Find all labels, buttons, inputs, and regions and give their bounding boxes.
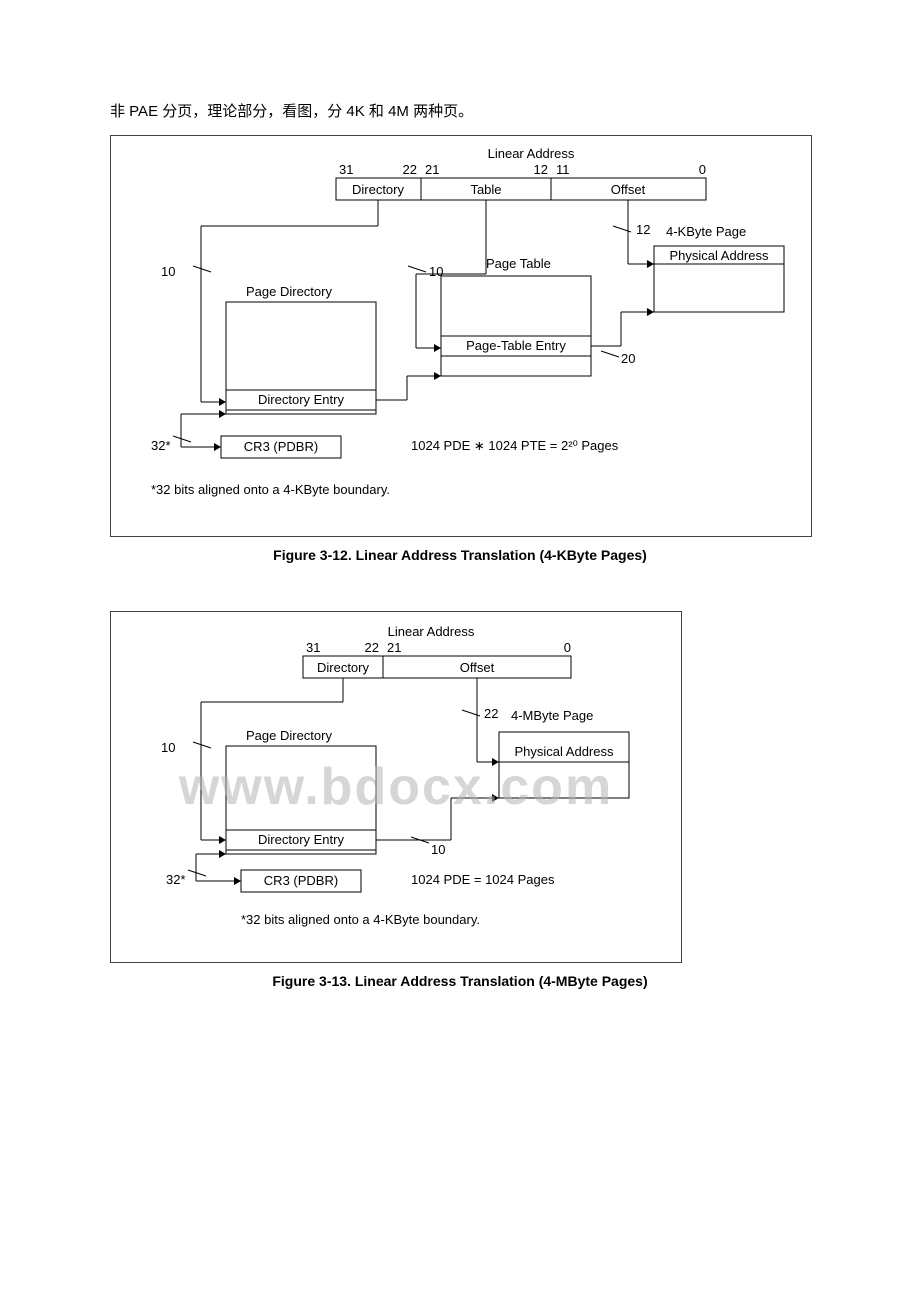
page-4k-label: 4-KByte Page xyxy=(666,224,746,239)
fig1-footnote: *32 bits aligned onto a 4-KByte boundary… xyxy=(151,482,390,497)
figure-2-frame: www.bdocx.com Linear Address 31 22 21 0 … xyxy=(110,611,682,963)
tick-32-1: 32* xyxy=(151,438,171,453)
page-4m-label: 4-MByte Page xyxy=(511,708,593,723)
page-directory-label-1: Page Directory xyxy=(246,284,332,299)
fig2-math: 1024 PDE = 1024 Pages xyxy=(411,872,555,887)
figure-1-frame: Linear Address 31 22 21 12 11 0 Director… xyxy=(110,135,812,537)
tick-32-2: 32* xyxy=(166,872,186,887)
tick-10a: 10 xyxy=(161,264,175,279)
field-offset-2: Offset xyxy=(460,660,495,675)
linear-address-label-2: Linear Address xyxy=(388,624,475,639)
figure-1-svg: Linear Address 31 22 21 12 11 0 Director… xyxy=(111,136,811,536)
directory-entry-label-2: Directory Entry xyxy=(258,832,344,847)
fig1-math: 1024 PDE ∗ 1024 PTE = 2²⁰ Pages xyxy=(411,438,619,453)
tick-10b-2: 10 xyxy=(431,842,445,857)
bit-22: 22 xyxy=(403,162,417,177)
cr3-label-1: CR3 (PDBR) xyxy=(244,439,318,454)
bit-31: 31 xyxy=(339,162,353,177)
figure-2-svg: Linear Address 31 22 21 0 Directory Offs… xyxy=(111,612,681,962)
page-directory-label-2: Page Directory xyxy=(246,728,332,743)
page: 非 PAE 分页，理论部分，看图，分 4K 和 4M 两种页。 Linear A… xyxy=(0,0,920,1049)
bit-31-2: 31 xyxy=(306,640,320,655)
figure-2-caption: Figure 3-13. Linear Address Translation … xyxy=(110,973,810,989)
bit-22-2: 22 xyxy=(365,640,379,655)
page-table-label: Page Table xyxy=(486,256,551,271)
tick-20: 20 xyxy=(621,351,635,366)
cr3-label-2: CR3 (PDBR) xyxy=(264,873,338,888)
bit-0: 0 xyxy=(699,162,706,177)
bit-0-2: 0 xyxy=(564,640,571,655)
field-directory: Directory xyxy=(352,182,405,197)
tick-10a-2: 10 xyxy=(161,740,175,755)
page-table-entry-label: Page-Table Entry xyxy=(466,338,566,353)
fig2-footnote: *32 bits aligned onto a 4-KByte boundary… xyxy=(241,912,480,927)
tick-22: 22 xyxy=(484,706,498,721)
intro-text: 非 PAE 分页，理论部分，看图，分 4K 和 4M 两种页。 xyxy=(110,100,810,121)
field-offset: Offset xyxy=(611,182,646,197)
bit-11: 11 xyxy=(556,162,570,177)
bit-21-2: 21 xyxy=(387,640,401,655)
field-table: Table xyxy=(470,182,501,197)
bit-12: 12 xyxy=(534,162,548,177)
linear-address-label: Linear Address xyxy=(488,146,575,161)
physical-address-2: Physical Address xyxy=(515,744,614,759)
figure-1-caption: Figure 3-12. Linear Address Translation … xyxy=(110,547,810,563)
physical-address-1: Physical Address xyxy=(670,248,769,263)
bit-21: 21 xyxy=(425,162,439,177)
tick-12: 12 xyxy=(636,222,650,237)
field-directory-2: Directory xyxy=(317,660,370,675)
directory-entry-label-1: Directory Entry xyxy=(258,392,344,407)
